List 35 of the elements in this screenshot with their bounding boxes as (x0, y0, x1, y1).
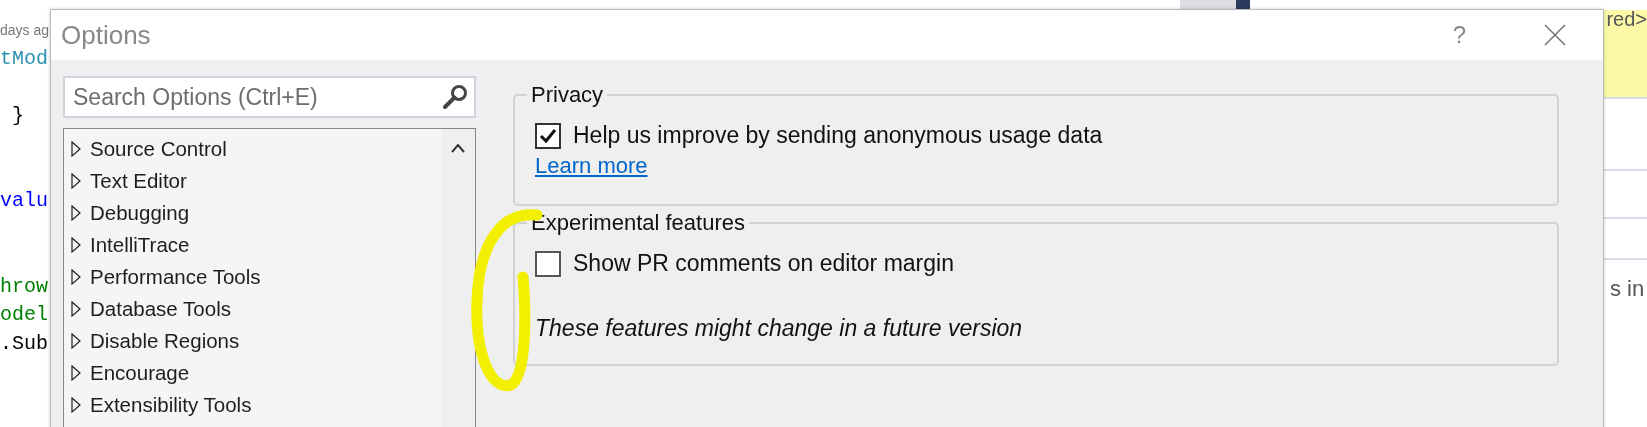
panel-text: s in (1610, 276, 1646, 302)
checkbox[interactable] (535, 250, 561, 277)
note-text: These features might change in a future version (535, 315, 1024, 342)
code-text: hrow (0, 274, 48, 298)
learn-more-link[interactable]: Learn more (535, 153, 648, 179)
checkmark-icon (539, 127, 557, 144)
tree-item[interactable]: Performance Tools (64, 261, 441, 293)
code-text: odel (0, 303, 48, 326)
search-icon (442, 84, 468, 110)
group-title: Privacy (530, 82, 605, 108)
tree-item[interactable]: Database Tools (64, 293, 441, 325)
scrollbar[interactable] (441, 129, 475, 427)
checkbox-label: Help us improve by sending anonymous usage data (573, 122, 1103, 149)
window-title: Options (61, 19, 151, 51)
search-field[interactable]: Search Options (Ctrl+E) (63, 76, 476, 118)
checkbox[interactable] (535, 122, 561, 149)
tree-item[interactable]: Encourage (64, 357, 441, 389)
commit-text: red> (1606, 8, 1647, 31)
close-icon[interactable] (1544, 24, 1566, 46)
group-title: Experimental features (530, 210, 746, 236)
code-text: valu (0, 189, 48, 212)
tree-item[interactable]: Source Control (64, 133, 441, 165)
code-text: tMod (0, 46, 48, 70)
checkbox-label: Show PR comments on editor margin (573, 250, 954, 277)
tree-item[interactable]: Extensibility Tools (64, 389, 441, 421)
scroll-up-icon (451, 143, 465, 153)
panel-marker (1236, 0, 1250, 10)
code-text: .Sub (0, 331, 48, 355)
tree-item[interactable]: Debugging (64, 197, 441, 229)
code-text: days ag (0, 22, 50, 38)
tree-item[interactable]: Disable Regions (64, 325, 441, 357)
tree-item[interactable]: Text Editor (64, 165, 441, 197)
code-text: } (11, 103, 24, 127)
tree-item[interactable]: IntelliTrace (64, 229, 441, 261)
help-button[interactable]: ? (1452, 21, 1466, 49)
